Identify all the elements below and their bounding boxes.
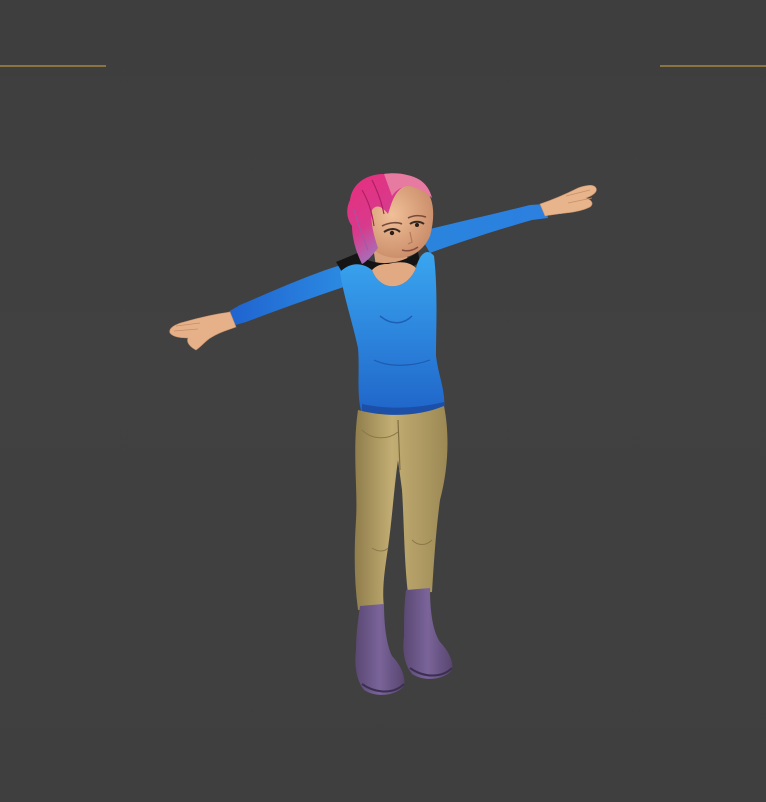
character-model[interactable] (0, 0, 766, 802)
torso (340, 252, 445, 418)
right-arm (418, 185, 597, 253)
pants (354, 406, 448, 610)
left-arm (169, 262, 356, 351)
right-hand (539, 185, 597, 217)
left-boot (355, 604, 405, 695)
right-boot (403, 588, 453, 679)
3d-viewport[interactable] (0, 0, 766, 802)
left-hand (169, 311, 237, 351)
